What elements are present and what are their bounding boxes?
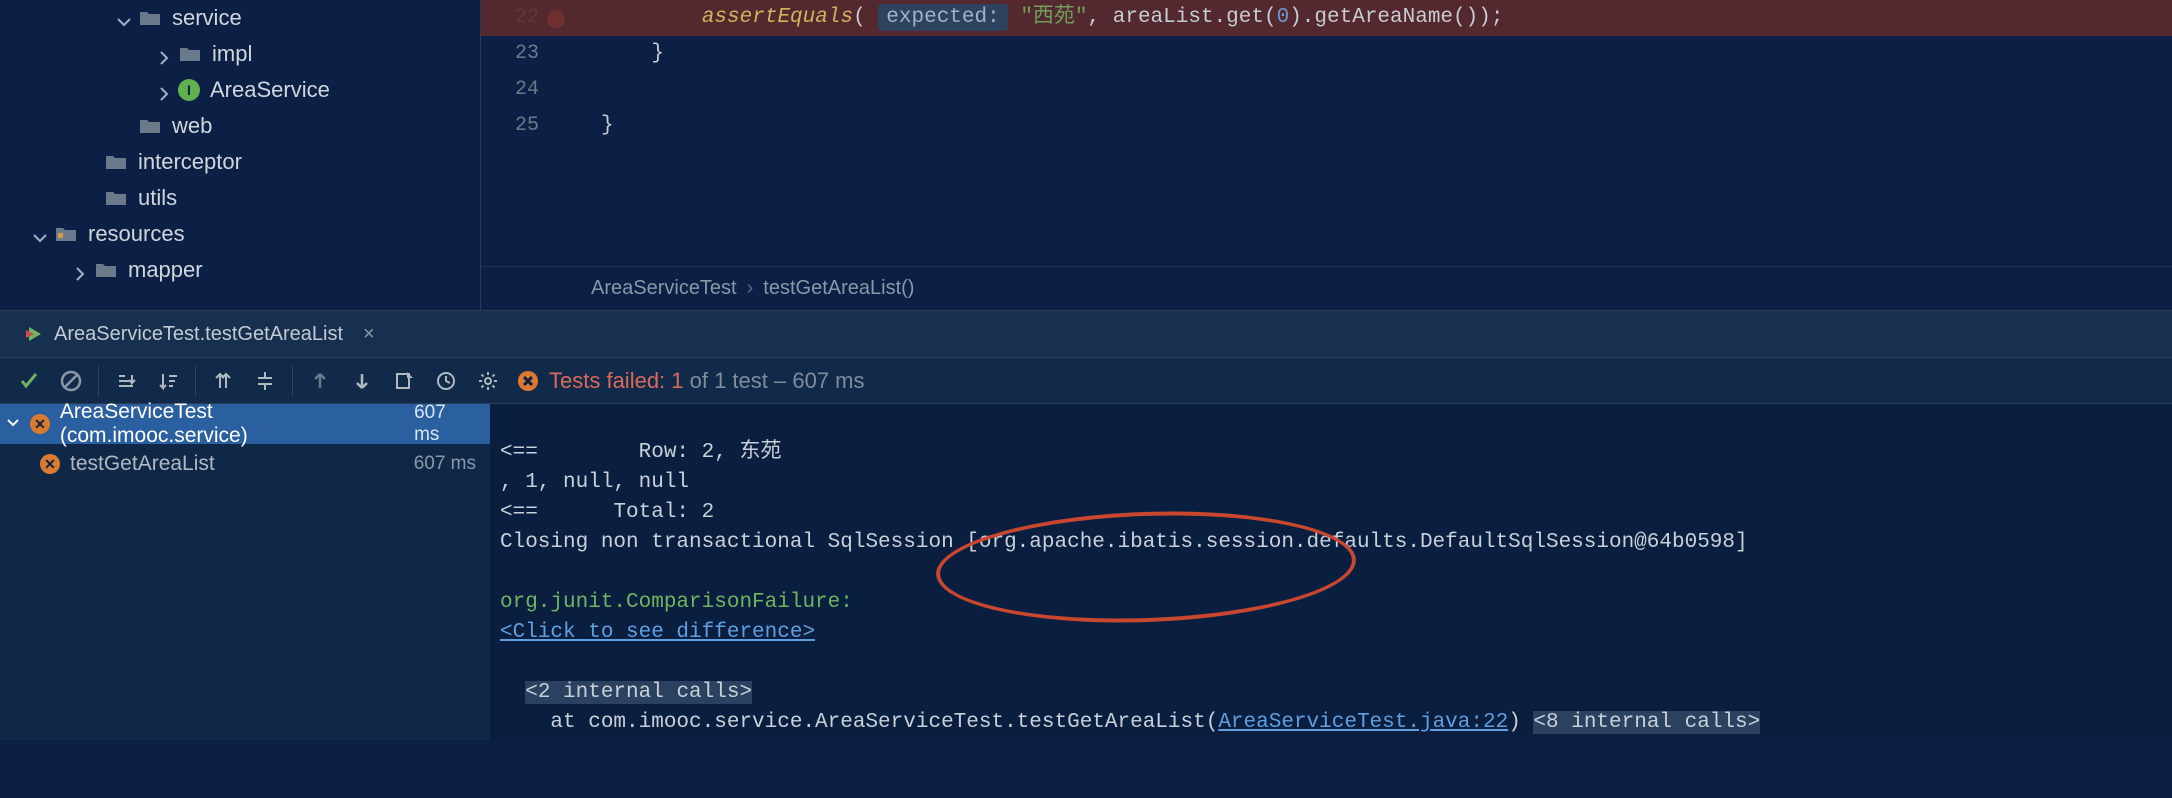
breadcrumb-item[interactable]: AreaServiceTest bbox=[591, 277, 737, 300]
tree-item-web[interactable]: web bbox=[0, 108, 480, 144]
tree-label: impl bbox=[212, 41, 252, 67]
close-icon[interactable]: × bbox=[363, 323, 375, 346]
tree-item-resources[interactable]: resources bbox=[0, 216, 480, 252]
console-error-line: org.junit.ComparisonFailure: bbox=[500, 591, 865, 614]
test-class-label: AreaServiceTest (com.imooc.service) bbox=[60, 400, 404, 448]
project-sidebar: service impl I AreaService web intercept… bbox=[0, 0, 480, 310]
next-fail-button[interactable] bbox=[341, 360, 383, 402]
history-button[interactable] bbox=[425, 360, 467, 402]
status-fail-text: Tests failed: 1 bbox=[549, 368, 684, 393]
chevron-down-icon bbox=[116, 10, 132, 26]
test-duration: 607 ms bbox=[414, 453, 490, 475]
expand-all-button[interactable] bbox=[202, 360, 244, 402]
test-console[interactable]: <== Row: 2, 东苑 , 1, null, null <== Total… bbox=[490, 404, 2172, 740]
code-line[interactable]: } bbox=[601, 36, 2172, 72]
interface-icon: I bbox=[178, 79, 200, 101]
source-link[interactable]: AreaServiceTest.java:22 bbox=[1218, 711, 1508, 734]
internal-calls-fold[interactable]: <8 internal calls> bbox=[1533, 711, 1760, 734]
number-token: 0 bbox=[1277, 6, 1290, 29]
tree-item-impl[interactable]: impl bbox=[0, 36, 480, 72]
spacer bbox=[82, 154, 98, 170]
breadcrumb-item[interactable]: testGetAreaList() bbox=[763, 277, 914, 300]
tree-label: resources bbox=[88, 221, 185, 247]
tree-label: mapper bbox=[128, 257, 203, 283]
line-number: 24 bbox=[481, 72, 551, 108]
prev-fail-button[interactable] bbox=[299, 360, 341, 402]
editor-breadcrumbs[interactable]: AreaServiceTest › testGetAreaList() bbox=[481, 266, 2172, 310]
folder-icon bbox=[94, 260, 118, 280]
project-tree[interactable]: service impl I AreaService web intercept… bbox=[0, 0, 480, 288]
spacer bbox=[82, 190, 98, 206]
code-line[interactable] bbox=[601, 72, 2172, 108]
hand-drawn-annotation-icon bbox=[934, 505, 1358, 630]
chevron-right-icon bbox=[156, 46, 172, 62]
chevron-down-icon bbox=[6, 412, 20, 436]
tree-label: utils bbox=[138, 185, 177, 211]
console-line: Closing non transactional SqlSession [or… bbox=[500, 531, 1748, 554]
settings-button[interactable] bbox=[467, 360, 509, 402]
console-line: <== Total: 2 bbox=[500, 501, 714, 524]
var-token: areaList bbox=[1113, 6, 1214, 29]
tree-item-service[interactable]: service bbox=[0, 0, 480, 36]
status-rest-text: of 1 test – 607 ms bbox=[684, 368, 865, 393]
fail-status-icon: ✕ bbox=[30, 414, 50, 434]
test-class-row[interactable]: ✕ AreaServiceTest (com.imooc.service) 60… bbox=[0, 404, 490, 444]
chevron-down-icon bbox=[32, 226, 48, 242]
chevron-right-icon: › bbox=[747, 277, 754, 300]
spacer bbox=[116, 118, 132, 134]
test-method-label: testGetAreaList bbox=[70, 452, 215, 476]
folder-icon bbox=[138, 116, 162, 136]
show-ignored-toggle[interactable] bbox=[50, 360, 92, 402]
chevron-right-icon bbox=[156, 82, 172, 98]
export-button[interactable] bbox=[383, 360, 425, 402]
test-run-icon bbox=[24, 324, 44, 344]
code-line[interactable]: } bbox=[601, 108, 2172, 144]
code-area[interactable]: assertEquals( expected: "西苑", areaList.g… bbox=[601, 0, 2172, 144]
tree-item-mapper[interactable]: mapper bbox=[0, 252, 480, 288]
tree-label: service bbox=[172, 5, 242, 31]
test-method-row[interactable]: ✕ testGetAreaList 607 ms bbox=[0, 444, 490, 484]
console-line: at com.imooc.service.AreaServiceTest.tes… bbox=[500, 711, 1218, 734]
param-hint: expected: bbox=[878, 4, 1007, 31]
show-passed-toggle[interactable] bbox=[8, 360, 50, 402]
tree-item-areaservice[interactable]: I AreaService bbox=[0, 72, 480, 108]
code-line[interactable]: assertEquals( expected: "西苑", areaList.g… bbox=[481, 0, 2172, 36]
chevron-right-icon bbox=[72, 262, 88, 278]
string-token: "西苑" bbox=[1020, 6, 1087, 29]
console-line: , 1, null, null bbox=[500, 471, 689, 494]
test-duration: 607 ms bbox=[414, 402, 490, 446]
tree-label: interceptor bbox=[138, 149, 242, 175]
tree-label: web bbox=[172, 113, 212, 139]
folder-icon bbox=[104, 188, 128, 208]
tree-item-interceptor[interactable]: interceptor bbox=[0, 144, 480, 180]
code-editor[interactable]: 22 23 24 25 assertEquals( expected: "西苑"… bbox=[480, 0, 2172, 310]
click-to-see-difference-link[interactable]: <Click to see difference> bbox=[500, 621, 815, 644]
internal-calls-fold[interactable]: <2 internal calls> bbox=[525, 681, 752, 704]
console-line: <== Row: 2, 东苑 bbox=[500, 441, 781, 464]
fail-status-icon: ✕ bbox=[40, 454, 60, 474]
folder-icon bbox=[104, 152, 128, 172]
tree-item-utils[interactable]: utils bbox=[0, 180, 480, 216]
folder-icon bbox=[138, 8, 162, 28]
resources-folder-icon bbox=[54, 224, 78, 244]
run-tab[interactable]: AreaServiceTest.testGetAreaList × bbox=[24, 323, 375, 346]
test-status: Tests failed: 1 of 1 test – 607 ms bbox=[517, 368, 865, 394]
function-token: assertEquals bbox=[702, 6, 853, 29]
line-number: 23 bbox=[481, 36, 551, 72]
error-icon bbox=[517, 370, 539, 392]
tree-label: AreaService bbox=[210, 77, 330, 103]
run-tab-label: AreaServiceTest.testGetAreaList bbox=[54, 323, 343, 346]
folder-icon bbox=[178, 44, 202, 64]
sort-duration-button[interactable] bbox=[147, 360, 189, 402]
test-toolbar: Tests failed: 1 of 1 test – 607 ms bbox=[0, 358, 2172, 404]
line-number: 25 bbox=[481, 108, 551, 144]
collapse-all-button[interactable] bbox=[244, 360, 286, 402]
sort-button[interactable] bbox=[105, 360, 147, 402]
test-results-tree[interactable]: ✕ AreaServiceTest (com.imooc.service) 60… bbox=[0, 404, 490, 740]
run-tab-bar: AreaServiceTest.testGetAreaList × bbox=[0, 310, 2172, 358]
